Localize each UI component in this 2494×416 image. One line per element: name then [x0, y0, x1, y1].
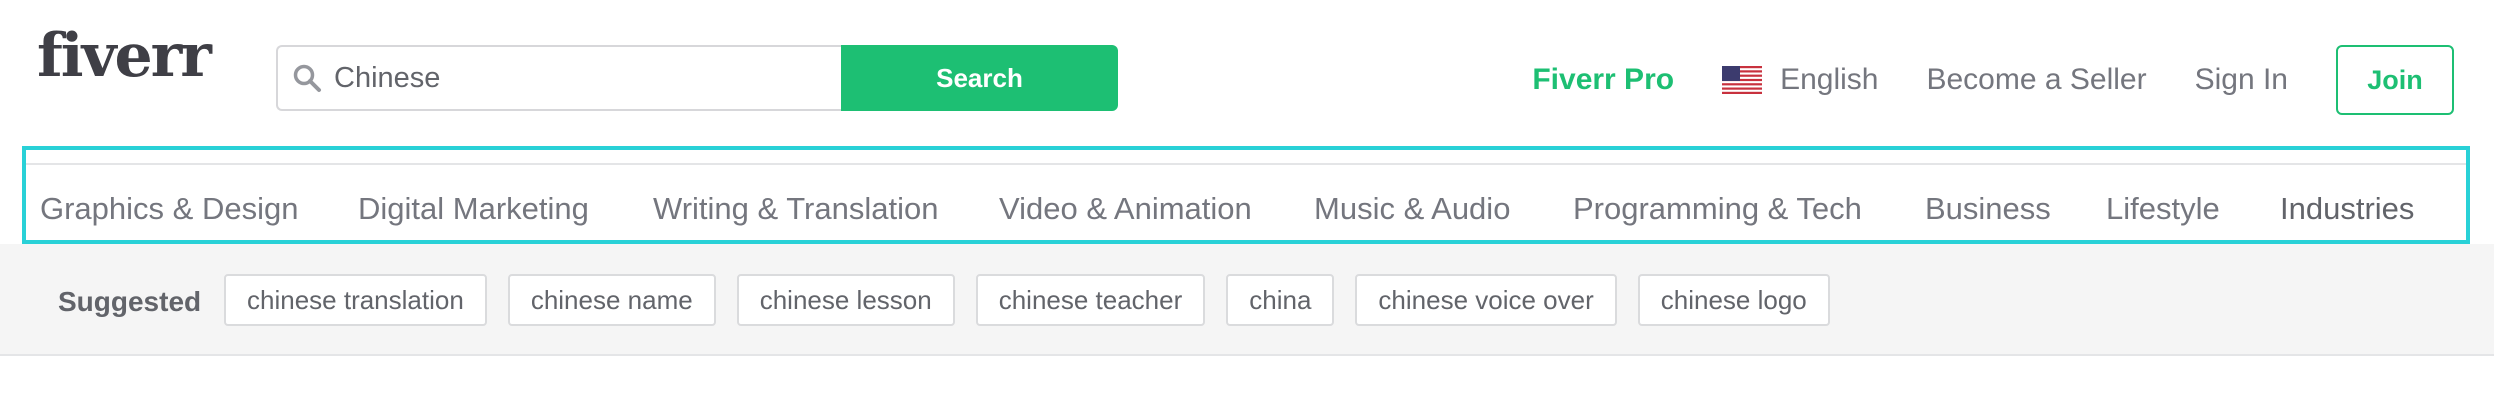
fiverr-pro-link[interactable]: Fiverr Pro: [1532, 63, 1674, 97]
join-button[interactable]: Join: [2336, 45, 2454, 115]
category-lifestyle[interactable]: Lifestyle: [2106, 191, 2220, 227]
suggestion-chip[interactable]: china: [1226, 274, 1335, 326]
suggestion-chip[interactable]: chinese lesson: [736, 274, 955, 326]
language-label: English: [1780, 63, 1879, 96]
fiverr-logo[interactable]: fiverr: [37, 26, 212, 86]
suggested-label: Suggested: [58, 286, 202, 317]
category-digital-marketing[interactable]: Digital Marketing: [358, 191, 589, 227]
category-nav: Graphics & Design Digital Marketing Writ…: [26, 163, 2466, 240]
us-flag-icon: [1722, 66, 1763, 94]
category-nav-highlight: Graphics & Design Digital Marketing Writ…: [22, 146, 2470, 244]
suggestion-chip[interactable]: chinese teacher: [975, 274, 1206, 326]
suggestion-chip[interactable]: chinese translation: [224, 274, 487, 326]
category-business[interactable]: Business: [1925, 191, 2051, 227]
category-video-animation[interactable]: Video & Animation: [999, 191, 1252, 227]
become-seller-link[interactable]: Become a Seller: [1926, 63, 2146, 97]
search-field[interactable]: [276, 45, 841, 111]
suggestion-chip[interactable]: chinese logo: [1637, 274, 1830, 326]
category-graphics-design[interactable]: Graphics & Design: [40, 191, 298, 227]
suggestion-chips: chinese translation chinese name chinese…: [224, 274, 1851, 326]
category-writing-translation[interactable]: Writing & Translation: [653, 191, 938, 227]
search-icon: [293, 64, 321, 92]
suggested-searches: Suggested chinese translation chinese na…: [0, 244, 2494, 356]
suggestion-chip[interactable]: chinese voice over: [1355, 274, 1617, 326]
category-industries[interactable]: Industries: [2280, 191, 2414, 227]
top-nav: Fiverr Pro English Become a Seller Sign …: [1532, 43, 2454, 117]
search-bar: Search: [276, 45, 1118, 111]
language-selector[interactable]: English: [1722, 63, 1878, 97]
search-input[interactable]: [332, 60, 816, 96]
header: fiverr Search Fiverr Pro E: [0, 0, 2494, 158]
category-music-audio[interactable]: Music & Audio: [1314, 191, 1510, 227]
suggestion-chip[interactable]: chinese name: [507, 274, 716, 326]
category-programming-tech[interactable]: Programming & Tech: [1573, 191, 1862, 227]
sign-in-link[interactable]: Sign In: [2195, 63, 2288, 97]
search-button[interactable]: Search: [841, 45, 1118, 111]
